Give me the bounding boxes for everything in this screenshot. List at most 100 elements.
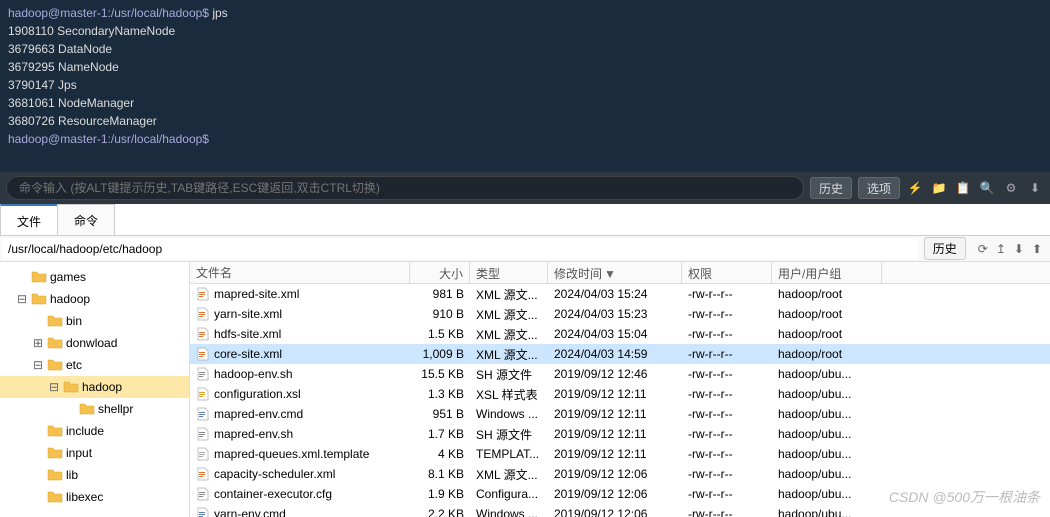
tree-label: games	[50, 268, 86, 286]
header-perm[interactable]: 权限	[682, 262, 772, 283]
folder-icon	[31, 292, 47, 306]
file-mod: 2024/04/03 14:59	[548, 346, 682, 362]
tree-toggle-icon[interactable]: ⊟	[16, 290, 28, 308]
path-toolbar: ⟳ ↥ ⬇ ⬆	[970, 242, 1050, 256]
file-name: yarn-env.cmd	[214, 507, 286, 517]
file-type: XSL 样式表	[470, 385, 548, 404]
file-list-header: 文件名 大小 类型 修改时间▼ 权限 用户/用户组	[190, 262, 1050, 284]
folder-icon	[79, 402, 95, 416]
file-row[interactable]: mapred-site.xml981 BXML 源文...2024/04/03 …	[190, 284, 1050, 304]
file-size: 1.7 KB	[410, 426, 470, 442]
file-row[interactable]: mapred-env.cmd951 BWindows ...2019/09/12…	[190, 404, 1050, 424]
file-type: XML 源文...	[470, 285, 548, 304]
folder-tree[interactable]: games⊟hadoopbin⊞donwload⊟etc⊟hadoopshell…	[0, 262, 190, 517]
file-icon	[196, 427, 210, 441]
folder-icon	[47, 468, 63, 482]
file-perm: -rw-r--r--	[682, 486, 772, 502]
file-size: 2.2 KB	[410, 506, 470, 517]
tree-item-libexec[interactable]: libexec	[0, 486, 189, 508]
file-row[interactable]: hdfs-site.xml1.5 KBXML 源文...2024/04/03 1…	[190, 324, 1050, 344]
file-mod: 2019/09/12 12:11	[548, 446, 682, 462]
tree-item-games[interactable]: games	[0, 266, 189, 288]
file-icon	[196, 407, 210, 421]
file-size: 1,009 B	[410, 346, 470, 362]
file-perm: -rw-r--r--	[682, 426, 772, 442]
header-name[interactable]: 文件名	[190, 262, 410, 283]
file-name: hdfs-site.xml	[214, 327, 281, 341]
path-bar: 历史 ⟳ ↥ ⬇ ⬆	[0, 236, 1050, 262]
file-user: hadoop/ubu...	[772, 406, 882, 422]
file-user: hadoop/ubu...	[772, 506, 882, 517]
header-user[interactable]: 用户/用户组	[772, 262, 882, 283]
path-history-button[interactable]: 历史	[924, 237, 966, 260]
tree-label: hadoop	[82, 378, 122, 396]
file-mod: 2019/09/12 12:46	[548, 366, 682, 382]
file-user: hadoop/ubu...	[772, 466, 882, 482]
file-perm: -rw-r--r--	[682, 306, 772, 322]
file-row[interactable]: yarn-env.cmd2.2 KBWindows ...2019/09/12 …	[190, 504, 1050, 517]
history-button[interactable]: 历史	[810, 177, 852, 199]
terminal-line: 1908110 SecondaryNameNode	[8, 22, 1042, 40]
header-mod[interactable]: 修改时间▼	[548, 262, 682, 283]
bolt-icon[interactable]: ⚡	[906, 179, 924, 197]
file-name: mapred-env.cmd	[214, 407, 303, 421]
terminal-output[interactable]: hadoop@master-1:/usr/local/hadoop$ jps19…	[0, 0, 1050, 172]
search-icon[interactable]: 🔍	[978, 179, 996, 197]
header-size[interactable]: 大小	[410, 262, 470, 283]
file-name: mapred-env.sh	[214, 427, 293, 441]
file-perm: -rw-r--r--	[682, 386, 772, 402]
copy-icon[interactable]: 📋	[954, 179, 972, 197]
tree-item-donwload[interactable]: ⊞donwload	[0, 332, 189, 354]
tree-toggle-icon[interactable]: ⊟	[32, 356, 44, 374]
file-row[interactable]: container-executor.cfg1.9 KBConfigura...…	[190, 484, 1050, 504]
file-row[interactable]: capacity-scheduler.xml8.1 KBXML 源文...201…	[190, 464, 1050, 484]
file-row[interactable]: configuration.xsl1.3 KBXSL 样式表2019/09/12…	[190, 384, 1050, 404]
tree-item-hadoop[interactable]: ⊟hadoop	[0, 288, 189, 310]
tab-bar: 文件命令	[0, 204, 1050, 236]
download-icon[interactable]: ⬇	[1014, 242, 1024, 256]
tree-toggle-icon[interactable]: ⊟	[48, 378, 60, 396]
file-size: 1.3 KB	[410, 386, 470, 402]
path-input[interactable]	[2, 238, 918, 260]
gear-icon[interactable]: ⚙	[1002, 179, 1020, 197]
tree-item-include[interactable]: include	[0, 420, 189, 442]
file-perm: -rw-r--r--	[682, 286, 772, 302]
file-size: 4 KB	[410, 446, 470, 462]
tree-item-hadoop[interactable]: ⊟ hadoop	[0, 376, 189, 398]
file-icon	[196, 287, 210, 301]
download-icon[interactable]: ⬇	[1026, 179, 1044, 197]
upload-icon[interactable]: ⬆	[1032, 242, 1042, 256]
tree-item-input[interactable]: input	[0, 442, 189, 464]
file-user: hadoop/ubu...	[772, 426, 882, 442]
up-icon[interactable]: ↥	[996, 242, 1006, 256]
tab-file[interactable]: 文件	[0, 204, 58, 235]
command-input[interactable]	[6, 176, 804, 200]
tab-command[interactable]: 命令	[57, 204, 115, 235]
tree-item-lib[interactable]: lib	[0, 464, 189, 486]
file-user: hadoop/ubu...	[772, 366, 882, 382]
file-row[interactable]: mapred-queues.xml.template4 KBTEMPLAT...…	[190, 444, 1050, 464]
file-row[interactable]: mapred-env.sh1.7 KBSH 源文件2019/09/12 12:1…	[190, 424, 1050, 444]
tree-item-bin[interactable]: bin	[0, 310, 189, 332]
folder-icon[interactable]: 📁	[930, 179, 948, 197]
file-size: 15.5 KB	[410, 366, 470, 382]
file-user: hadoop/ubu...	[772, 446, 882, 462]
header-type[interactable]: 类型	[470, 262, 548, 283]
file-row[interactable]: yarn-site.xml910 BXML 源文...2024/04/03 15…	[190, 304, 1050, 324]
file-icon	[196, 447, 210, 461]
file-type: Windows ...	[470, 406, 548, 422]
tree-toggle-icon[interactable]: ⊞	[32, 334, 44, 352]
file-size: 1.5 KB	[410, 326, 470, 342]
terminal-line: hadoop@master-1:/usr/local/hadoop$	[8, 130, 1042, 148]
refresh-icon[interactable]: ⟳	[978, 242, 988, 256]
options-button[interactable]: 选项	[858, 177, 900, 199]
file-user: hadoop/ubu...	[772, 386, 882, 402]
tree-item-etc[interactable]: ⊟etc	[0, 354, 189, 376]
file-row[interactable]: core-site.xml1,009 BXML 源文...2024/04/03 …	[190, 344, 1050, 364]
folder-icon	[47, 490, 63, 504]
tree-label: shellpr	[98, 400, 133, 418]
file-perm: -rw-r--r--	[682, 506, 772, 517]
file-icon	[196, 347, 210, 361]
tree-item-shellpr[interactable]: shellpr	[0, 398, 189, 420]
file-row[interactable]: hadoop-env.sh15.5 KBSH 源文件2019/09/12 12:…	[190, 364, 1050, 384]
